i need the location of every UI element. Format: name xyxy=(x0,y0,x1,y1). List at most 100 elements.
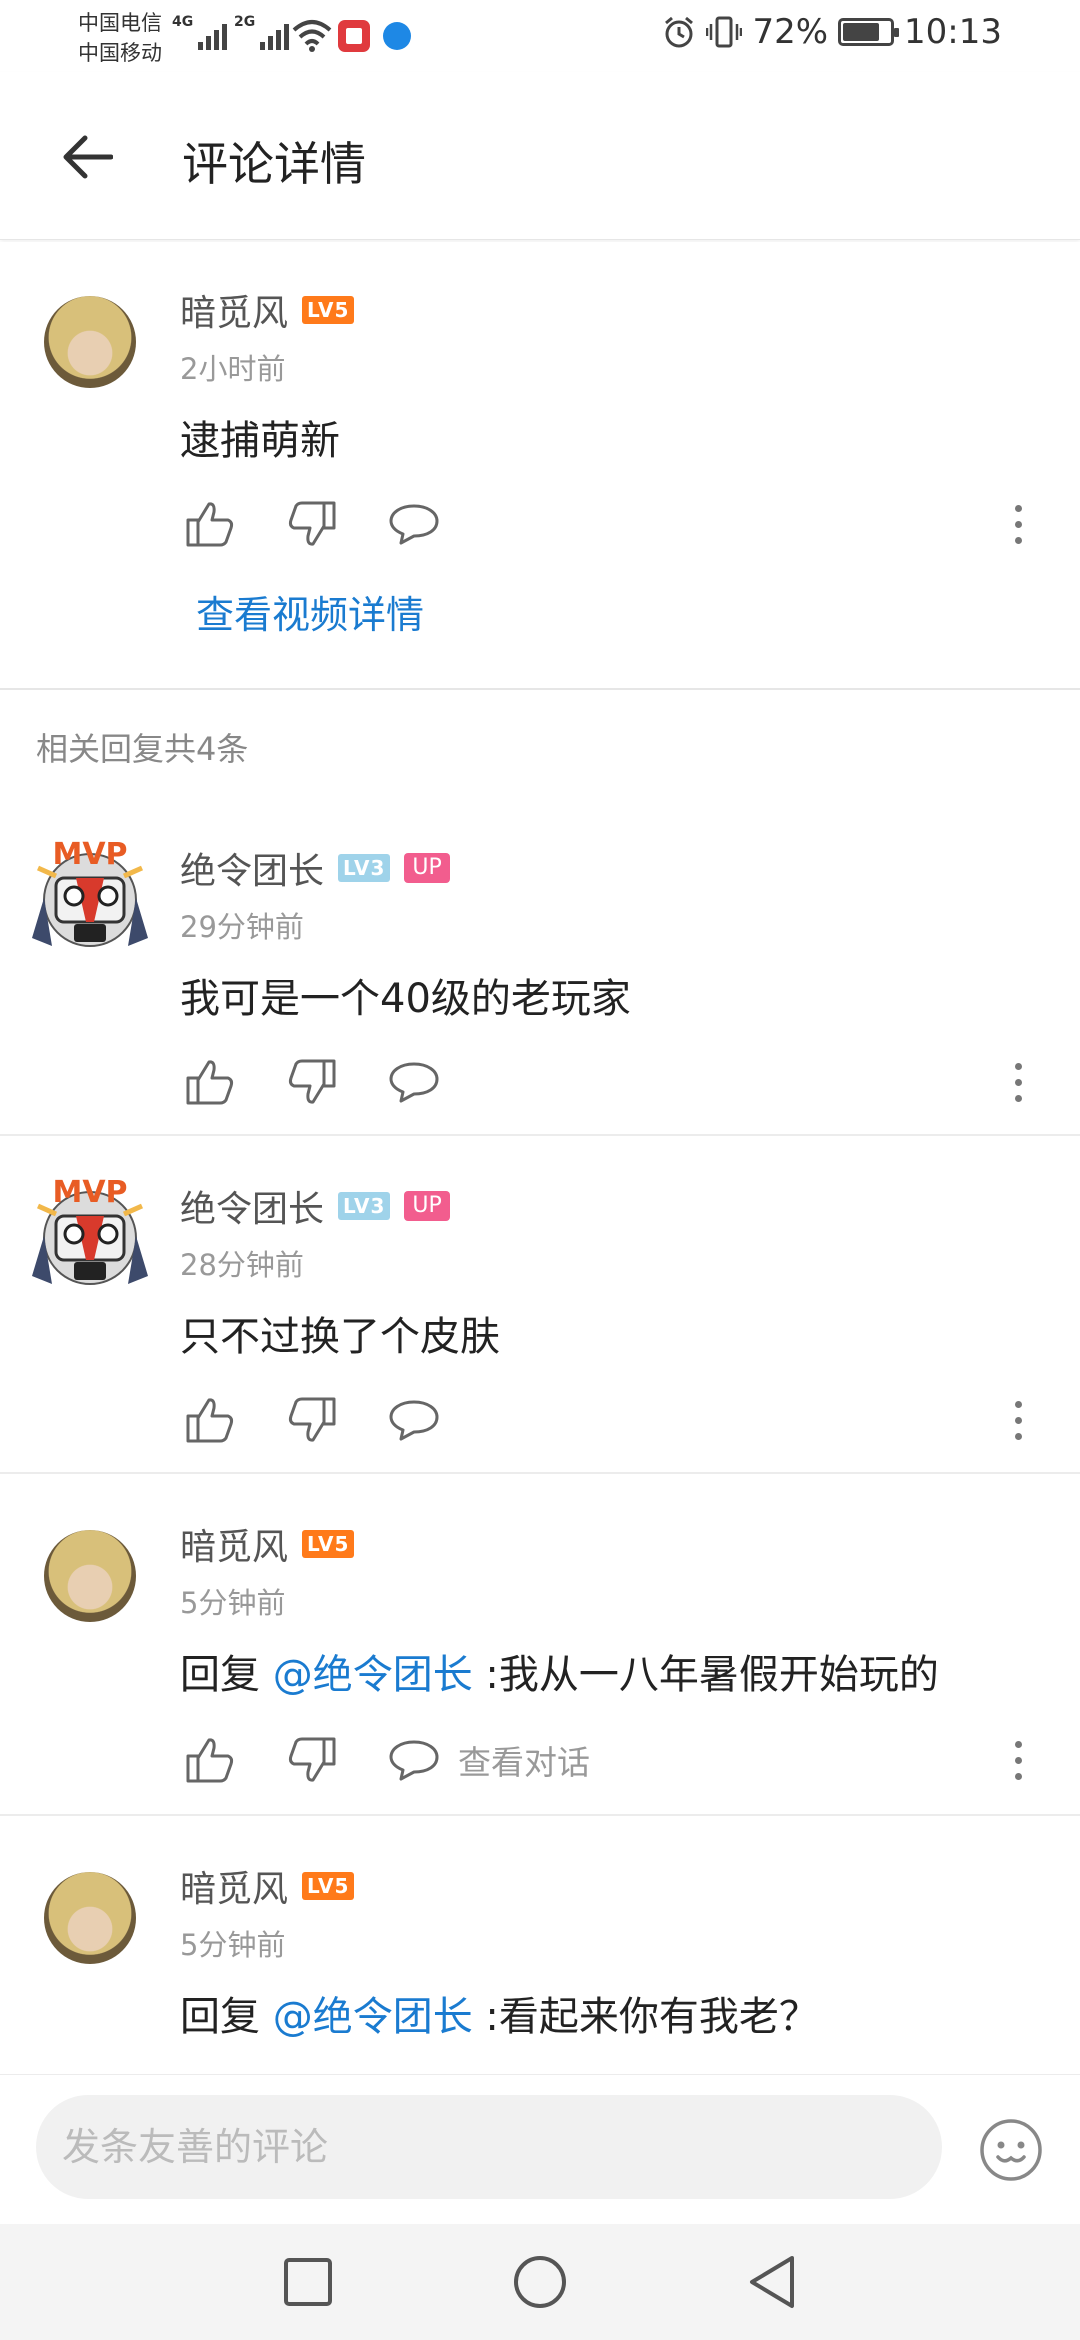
avatar[interactable] xyxy=(44,1530,136,1622)
avatar[interactable] xyxy=(44,296,136,388)
chat-bubble-icon xyxy=(389,1400,439,1441)
carrier-labels: 中国电信 中国移动 xyxy=(78,8,162,68)
comment-time: 28分钟前 xyxy=(180,1248,304,1282)
dislike-button[interactable] xyxy=(282,1390,342,1450)
main-comment: 暗觅风 LV5 2小时前 逮捕萌新 查看视频详情 xyxy=(0,242,1080,688)
reply-body: :看起来你有我老？ xyxy=(472,1994,819,2040)
network-type-1: 4G xyxy=(172,14,194,30)
level-badge: LV5 xyxy=(302,1530,355,1558)
svg-text:MVP: MVP xyxy=(52,1175,127,1210)
chat-bubble-icon xyxy=(389,1062,439,1103)
home-button[interactable] xyxy=(508,2250,572,2314)
comment-time: 29分钟前 xyxy=(180,910,304,944)
thumbs-down-icon xyxy=(288,1059,336,1104)
reply-item: 暗觅风 LV5 5分钟前 回复 @绝令团长 :我从一八年暑假开始玩的 查看对话 xyxy=(0,1476,1080,1814)
triangle-back-icon xyxy=(750,2256,794,2308)
avatar[interactable] xyxy=(44,1872,136,1964)
more-options-icon[interactable] xyxy=(1008,1052,1028,1112)
mention-link[interactable]: @绝令团长 xyxy=(273,1652,473,1698)
reply-button[interactable] xyxy=(384,1052,444,1112)
carrier-1: 中国电信 xyxy=(78,11,162,35)
username[interactable]: 暗觅风 xyxy=(180,1518,288,1570)
clock: 10:13 xyxy=(904,12,1002,52)
like-button[interactable] xyxy=(180,1052,240,1112)
more-options-icon[interactable] xyxy=(1008,494,1028,554)
reply-item: MVP 绝令团长 LV3 UP 29分钟前 我可是一个40级的老玩家 xyxy=(0,800,1080,1134)
comment-text: 回复 @绝令团长 :看起来你有我老？ xyxy=(180,1984,819,2042)
thumbs-down-icon xyxy=(288,1397,336,1442)
vibrate-icon xyxy=(706,16,743,48)
status-bar: 中国电信 中国移动 4G 2G 72% 10:13 xyxy=(0,0,1080,72)
like-button[interactable] xyxy=(180,1730,240,1790)
more-options-icon[interactable] xyxy=(1008,1730,1028,1790)
comment-time: 5分钟前 xyxy=(180,1928,286,1962)
app-notification-icon-2 xyxy=(383,22,411,50)
reply-item: 暗觅风 LV5 5分钟前 回复 @绝令团长 :看起来你有我老？ xyxy=(0,1818,1080,2074)
page-title: 评论详情 xyxy=(182,137,366,191)
like-button[interactable] xyxy=(180,494,240,554)
chat-bubble-icon xyxy=(389,1740,439,1781)
view-conversation-button[interactable]: 查看对话 xyxy=(458,1736,590,1784)
status-right: 72% 10:13 xyxy=(662,12,1002,52)
recents-button[interactable] xyxy=(276,2250,340,2314)
up-badge: UP xyxy=(404,1191,450,1221)
level-badge: LV3 xyxy=(338,1192,391,1220)
username[interactable]: 暗觅风 xyxy=(180,284,288,336)
divider xyxy=(0,1814,1080,1816)
comment-time: 5分钟前 xyxy=(180,1586,286,1620)
comment-input[interactable] xyxy=(36,2095,942,2199)
like-button[interactable] xyxy=(180,1390,240,1450)
reply-button[interactable] xyxy=(384,1730,444,1790)
divider xyxy=(0,688,1080,690)
carrier-2: 中国移动 xyxy=(78,41,162,65)
replies-count-label: 相关回复共4条 xyxy=(36,730,249,768)
avatar[interactable]: MVP xyxy=(22,1166,158,1302)
reply-button[interactable] xyxy=(384,494,444,554)
dislike-button[interactable] xyxy=(282,1730,342,1790)
back-nav-button[interactable] xyxy=(740,2250,804,2314)
level-badge: LV3 xyxy=(338,854,391,882)
username[interactable]: 绝令团长 xyxy=(180,1180,324,1232)
comment-text: 回复 @绝令团长 :我从一八年暑假开始玩的 xyxy=(180,1642,939,1700)
back-button[interactable] xyxy=(52,122,122,192)
comment-text: 只不过换了个皮肤 xyxy=(180,1314,500,1360)
reply-prefix: 回复 xyxy=(180,1994,260,2040)
reply-prefix: 回复 xyxy=(180,1652,260,1698)
dislike-button[interactable] xyxy=(282,494,342,554)
app-notification-icon xyxy=(338,20,370,52)
thumbs-up-icon xyxy=(186,1060,234,1105)
circle-icon xyxy=(514,2256,566,2308)
thumbs-up-icon xyxy=(186,1738,234,1783)
up-badge: UP xyxy=(404,853,450,883)
emoji-icon[interactable] xyxy=(978,2117,1044,2183)
reply-item: MVP 绝令团长 LV3 UP 28分钟前 只不过换了个皮肤 xyxy=(0,1138,1080,1472)
battery-percent: 72% xyxy=(752,12,829,52)
signal-1-icon: 4G xyxy=(172,14,228,50)
thumbs-up-icon xyxy=(186,1398,234,1443)
level-badge: LV5 xyxy=(302,296,355,324)
avatar[interactable]: MVP xyxy=(22,828,158,964)
network-type-2: 2G xyxy=(234,14,256,30)
divider xyxy=(0,1472,1080,1474)
thumbs-down-icon xyxy=(288,1737,336,1782)
reply-button[interactable] xyxy=(384,1390,444,1450)
comment-text: 我可是一个40级的老玩家 xyxy=(180,976,631,1022)
arrow-left-icon xyxy=(63,135,113,179)
thumbs-down-icon xyxy=(288,501,336,546)
system-nav-bar xyxy=(0,2224,1080,2340)
app-bar: 评论详情 xyxy=(0,72,1080,240)
mention-link[interactable]: @绝令团长 xyxy=(273,1994,473,2040)
signal-2-icon: 2G xyxy=(234,14,290,50)
alarm-icon xyxy=(665,16,694,48)
more-options-icon[interactable] xyxy=(1008,1390,1028,1450)
wifi-icon xyxy=(292,20,332,52)
comment-input-bar xyxy=(0,2074,1080,2224)
comment-time: 2小时前 xyxy=(180,352,286,386)
level-badge: LV5 xyxy=(302,1872,355,1900)
reply-body: :我从一八年暑假开始玩的 xyxy=(472,1652,939,1698)
username[interactable]: 绝令团长 xyxy=(180,842,324,894)
username[interactable]: 暗觅风 xyxy=(180,1860,288,1912)
view-video-link[interactable]: 查看视频详情 xyxy=(196,584,424,639)
square-icon xyxy=(284,2258,332,2306)
dislike-button[interactable] xyxy=(282,1052,342,1112)
